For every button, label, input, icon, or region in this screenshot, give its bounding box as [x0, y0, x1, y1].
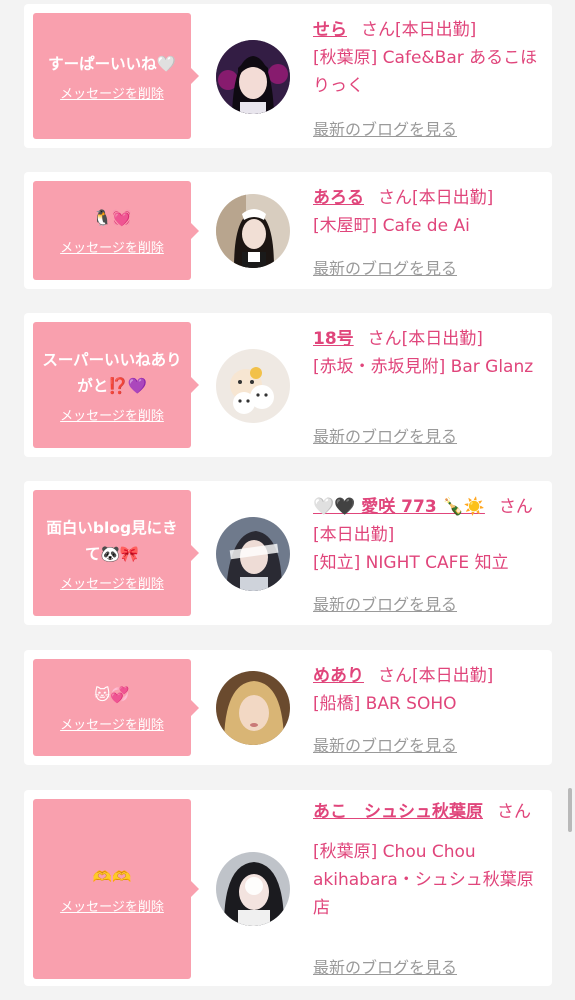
scrollbar[interactable]: [568, 788, 572, 832]
cast-info: めあり さん[本日出勤] [船橋] BAR SOHO: [313, 662, 543, 718]
cast-info: 🤍🖤 愛咲 773 🍾☀️ さん [本日出勤] [知立] NIGHT CAFE 知立: [313, 493, 543, 577]
avatar[interactable]: [216, 194, 290, 268]
honorific: さん: [361, 20, 395, 40]
name-line: 🤍🖤 愛咲 773 🍾☀️ さん [本日出勤]: [313, 493, 543, 549]
message-text: すーぱーいいね🤍: [48, 54, 176, 73]
delete-message-link[interactable]: メッセージを削除: [60, 573, 164, 592]
message-text: 🐧💓: [92, 209, 132, 227]
status-label: [本日出勤]: [401, 329, 483, 349]
cast-info: 18号 さん[本日出勤] [赤坂・赤坂見附] Bar Glanz: [313, 325, 543, 381]
latest-blog-link[interactable]: 最新のブログを見る: [313, 116, 457, 140]
name-line: せら さん[本日出勤]: [313, 16, 543, 44]
avatar[interactable]: [216, 349, 290, 423]
honorific: さん: [378, 188, 412, 208]
cast-name-link[interactable]: 18号: [313, 329, 354, 349]
message-text: 🐱💞: [94, 686, 130, 704]
status-label: [本日出勤]: [313, 525, 395, 545]
message-bubble: 🐧💓 メッセージを削除: [33, 181, 199, 280]
message-card: 🐧💓 メッセージを削除 あろる さん[本日出勤] [木屋町] Cafe de Ai…: [24, 172, 552, 289]
name-line: 18号 さん[本日出勤]: [313, 325, 543, 353]
latest-blog-link[interactable]: 最新のブログを見る: [313, 954, 457, 978]
shop-name: [秋葉原] Chou Chou akihabara・シュシュ秋葉原店: [313, 842, 534, 918]
delete-message-link[interactable]: メッセージを削除: [60, 83, 164, 102]
message-card: 面白いblog見にきて🐼🎀 メッセージを削除 🤍🖤 愛咲 773 🍾☀️ さん [本…: [24, 481, 552, 625]
status-label: [本日出勤]: [395, 20, 477, 40]
message-card: すーぱーいいね🤍 メッセージを削除 せら さん[本日出勤] [秋葉原] Cafe&…: [24, 4, 552, 148]
cast-name-link[interactable]: せら: [313, 20, 347, 40]
message-bubble: スーパーいいねありがと⁉️💜 メッセージを削除: [33, 322, 199, 448]
shop-name: [秋葉原] Cafe&Bar あるこほりっく: [313, 48, 538, 96]
avatar[interactable]: [216, 40, 290, 114]
cast-info: あこ シュシュ秋葉原 さん [秋葉原] Chou Chou akihabara・シ…: [313, 798, 543, 922]
delete-message-link[interactable]: メッセージを削除: [60, 405, 164, 424]
shop-name: [船橋] BAR SOHO: [313, 694, 457, 714]
avatar[interactable]: [216, 517, 290, 591]
status-label: [本日出勤]: [412, 666, 494, 686]
cast-name-link[interactable]: 🤍🖤 愛咲 773 🍾☀️: [313, 497, 485, 517]
message-card: 🐱💞 メッセージを削除 めあり さん[本日出勤] [船橋] BAR SOHO 最新…: [24, 650, 552, 765]
cast-name-link[interactable]: あこ シュシュ秋葉原: [313, 802, 483, 822]
message-card: 🫶🫶 メッセージを削除 あこ シュシュ秋葉原 さん [秋葉原] Chou Chou…: [24, 790, 552, 986]
message-card: スーパーいいねありがと⁉️💜 メッセージを削除 18号 さん[本日出勤] [赤坂・…: [24, 313, 552, 457]
message-bubble: 🫶🫶 メッセージを削除: [33, 799, 199, 979]
name-line: あろる さん[本日出勤]: [313, 184, 543, 212]
name-line: あこ シュシュ秋葉原 さん: [313, 798, 543, 826]
avatar[interactable]: [216, 671, 290, 745]
cast-name-link[interactable]: めあり: [313, 666, 364, 686]
delete-message-link[interactable]: メッセージを削除: [60, 714, 164, 733]
latest-blog-link[interactable]: 最新のブログを見る: [313, 255, 457, 279]
message-bubble: すーぱーいいね🤍 メッセージを削除: [33, 13, 199, 139]
latest-blog-link[interactable]: 最新のブログを見る: [313, 732, 457, 756]
name-line: めあり さん[本日出勤]: [313, 662, 543, 690]
latest-blog-link[interactable]: 最新のブログを見る: [313, 591, 457, 615]
shop-name: [木屋町] Cafe de Ai: [313, 216, 470, 236]
message-text: 🫶🫶: [92, 867, 132, 886]
delete-message-link[interactable]: メッセージを削除: [60, 896, 164, 915]
latest-blog-link[interactable]: 最新のブログを見る: [313, 423, 457, 447]
honorific: さん: [378, 666, 412, 686]
honorific: さん: [498, 497, 533, 517]
message-text: スーパーいいねありがと⁉️💜: [42, 350, 182, 395]
honorific: さん: [497, 802, 531, 822]
honorific: さん: [367, 329, 402, 349]
cast-name-link[interactable]: あろる: [313, 188, 364, 208]
message-text: 面白いblog見にきて🐼🎀: [46, 518, 178, 563]
cast-info: あろる さん[本日出勤] [木屋町] Cafe de Ai: [313, 184, 543, 240]
delete-message-link[interactable]: メッセージを削除: [60, 237, 164, 256]
avatar[interactable]: [216, 852, 290, 926]
shop-name: [赤坂・赤坂見附] Bar Glanz: [313, 357, 534, 377]
message-bubble: 🐱💞 メッセージを削除: [33, 659, 199, 756]
cast-info: せら さん[本日出勤] [秋葉原] Cafe&Bar あるこほりっく: [313, 16, 543, 100]
status-label: [本日出勤]: [412, 188, 494, 208]
shop-name: [知立] NIGHT CAFE 知立: [313, 553, 509, 573]
message-bubble: 面白いblog見にきて🐼🎀 メッセージを削除: [33, 490, 199, 616]
